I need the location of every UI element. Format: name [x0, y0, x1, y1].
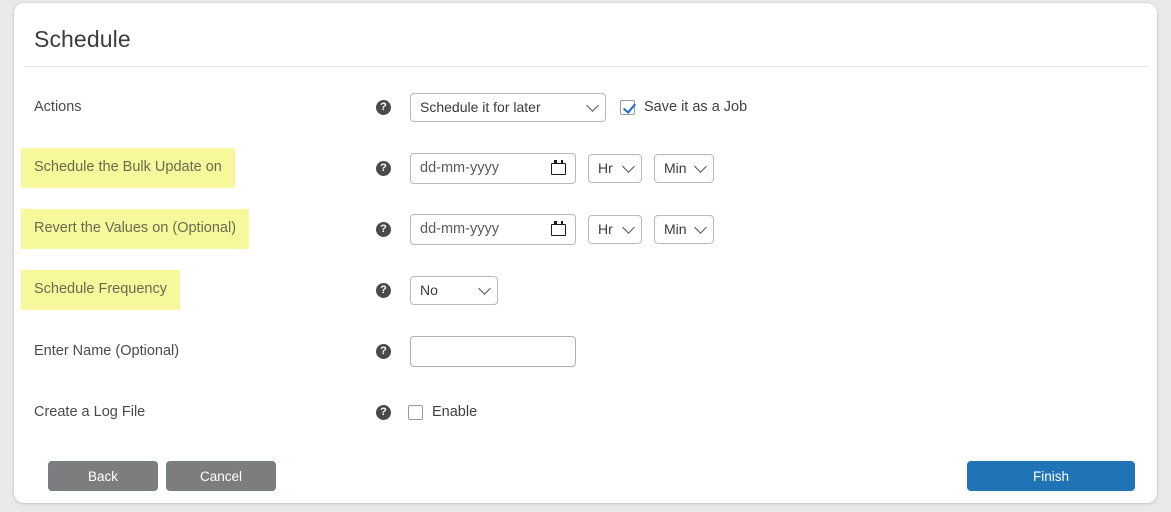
finish-button[interactable]: Finish: [967, 461, 1135, 491]
back-button[interactable]: Back: [48, 461, 158, 491]
revert-date-placeholder: dd-mm-yyyy: [420, 221, 499, 237]
save-as-job-checkbox[interactable]: Save it as a Job: [620, 99, 747, 115]
schedule-hour-value: Hr: [598, 160, 613, 176]
chevron-down-icon: [694, 160, 707, 173]
chevron-down-icon: [622, 221, 635, 234]
chevron-down-icon: [478, 282, 491, 295]
chevron-down-icon: [694, 221, 707, 234]
actions-select-value: Schedule it for later: [420, 99, 541, 115]
schedule-frequency-select[interactable]: No: [410, 275, 498, 305]
form-row-revert-values: Revert the Values on (Optional) ? dd-mm-…: [14, 203, 1157, 255]
schedule-hour-select[interactable]: Hr: [588, 153, 642, 183]
schedule-dialog-card: Schedule Actions ? Schedule it for later…: [14, 3, 1157, 503]
form-row-schedule-frequency: Schedule Frequency ? No: [14, 264, 1157, 316]
label-create-log-file: Create a Log File: [34, 403, 146, 420]
controls-create-log-file: Enable: [408, 404, 477, 420]
chevron-down-icon: [586, 99, 599, 112]
controls-schedule-frequency: No: [410, 275, 498, 305]
schedule-frequency-value: No: [420, 282, 438, 298]
chevron-down-icon: [622, 160, 635, 173]
revert-minute-select[interactable]: Min: [654, 214, 714, 244]
revert-minute-value: Min: [664, 221, 687, 237]
checkbox-box-icon: [408, 404, 423, 420]
header-divider: [24, 66, 1147, 67]
calendar-icon[interactable]: [551, 160, 566, 175]
dialog-footer: Back Cancel Finish: [14, 449, 1157, 503]
controls-actions: Schedule it for later Save it as a Job: [410, 92, 747, 122]
enter-name-input[interactable]: [410, 335, 576, 367]
label-schedule-bulk-update: Schedule the Bulk Update on: [21, 147, 235, 189]
enable-log-label: Enable: [432, 404, 478, 420]
label-enter-name: Enter Name (Optional): [34, 342, 180, 359]
form-row-schedule-bulk-update: Schedule the Bulk Update on ? dd-mm-yyyy…: [14, 142, 1157, 194]
label-revert-values: Revert the Values on (Optional): [21, 208, 250, 250]
label-schedule-frequency: Schedule Frequency: [21, 269, 180, 311]
help-circle-icon-create-log-file[interactable]: ?: [376, 404, 391, 420]
form-row-enter-name: Enter Name (Optional) ?: [14, 325, 1157, 377]
help-circle-icon-schedule-frequency[interactable]: ?: [376, 282, 391, 298]
controls-enter-name: [410, 335, 576, 367]
help-circle-icon-revert-values[interactable]: ?: [376, 221, 391, 237]
help-circle-icon-enter-name[interactable]: ?: [376, 343, 391, 359]
help-circle-icon-schedule-bulk-update[interactable]: ?: [376, 160, 391, 176]
revert-hour-select[interactable]: Hr: [588, 214, 642, 244]
cancel-button[interactable]: Cancel: [166, 461, 276, 491]
schedule-minute-value: Min: [664, 160, 687, 176]
help-circle-icon-actions[interactable]: ?: [376, 99, 391, 115]
enable-log-checkbox[interactable]: Enable: [408, 404, 477, 420]
actions-select[interactable]: Schedule it for later: [410, 92, 606, 122]
page-title: Schedule: [34, 26, 131, 52]
revert-hour-value: Hr: [598, 221, 613, 237]
label-actions: Actions: [34, 98, 82, 115]
checkmark-icon: [620, 99, 635, 115]
calendar-icon[interactable]: [551, 221, 566, 236]
controls-schedule-bulk-update: dd-mm-yyyy Hr Min: [410, 152, 714, 184]
schedule-minute-select[interactable]: Min: [654, 153, 714, 183]
dialog-header: Schedule: [14, 3, 1157, 67]
revert-date-input[interactable]: dd-mm-yyyy: [410, 213, 576, 245]
schedule-date-input[interactable]: dd-mm-yyyy: [410, 152, 576, 184]
form-row-create-log-file: Create a Log File ? Enable: [14, 386, 1157, 438]
save-as-job-label: Save it as a Job: [644, 99, 748, 115]
controls-revert-values: dd-mm-yyyy Hr Min: [410, 213, 714, 245]
schedule-date-placeholder: dd-mm-yyyy: [420, 160, 499, 176]
form-row-actions: Actions ? Schedule it for later Save it …: [14, 81, 1157, 133]
